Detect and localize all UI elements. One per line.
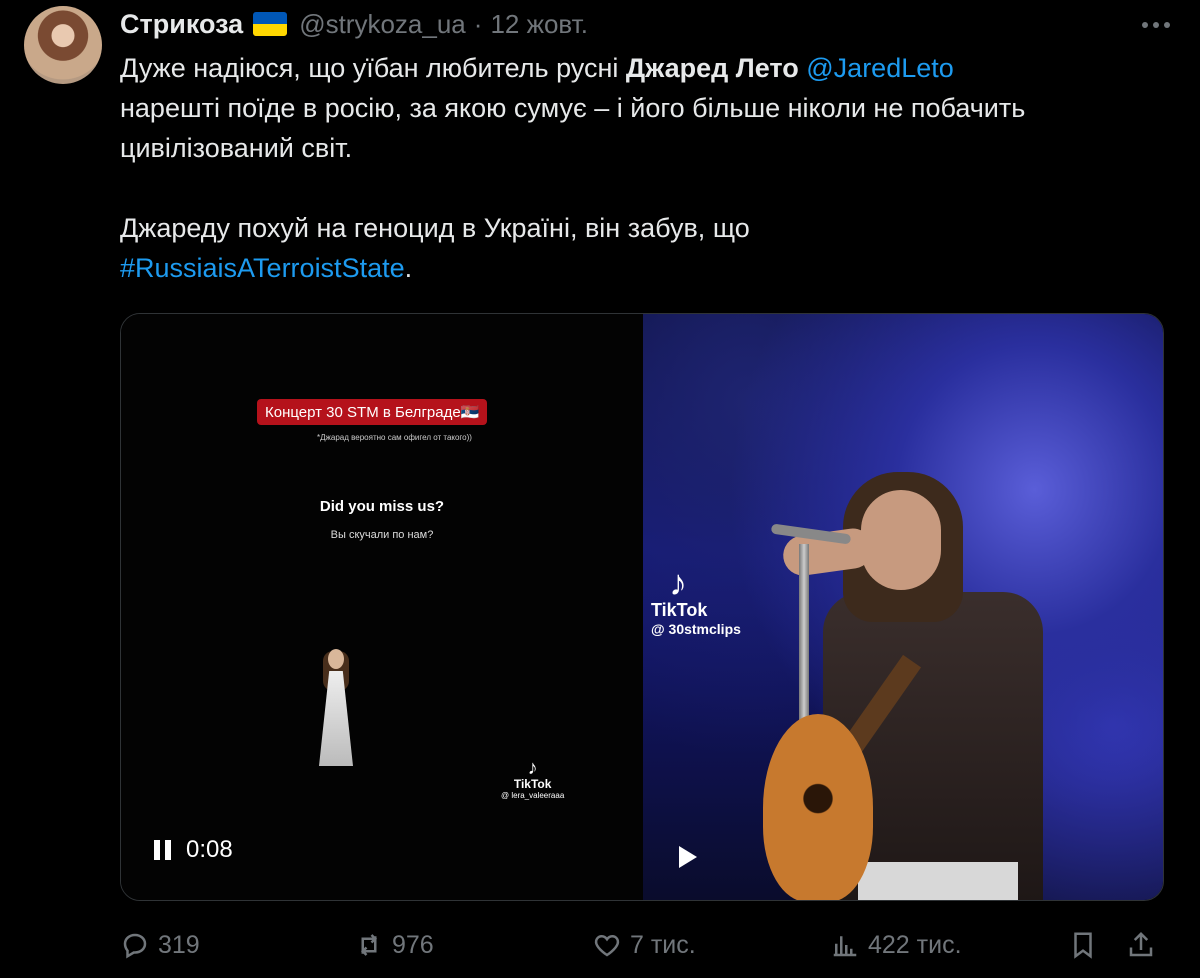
action-bar: 319 976 7 тис. 422 тис. [120,922,1170,968]
guitar [763,714,873,900]
avatar[interactable] [24,6,102,84]
tweet-line-5: #RussiaisATerroistState. [120,248,1180,288]
concert-caption: Концерт 30 STM в Белграде🇷🇸 [257,399,488,425]
reply-count: 319 [158,930,200,959]
performer-figure-small [311,649,361,789]
tiktok-watermark-left: ♪ TikTok @ lera_valeeraaa [501,757,565,800]
tweet-line-4: Джареду похуй на геноцид в Україні, він … [120,213,750,243]
reply-button[interactable]: 319 [120,922,200,968]
tiktok-label: TikTok [651,600,708,620]
question-english: Did you miss us? [319,498,445,515]
play-icon[interactable] [679,846,697,868]
tweet-header: Стрикоза @strykoza_ua · 12 жовт. [120,6,588,42]
tweet-end: . [404,253,413,283]
display-name[interactable]: Стрикоза [120,9,243,40]
tweet-line-1: Дуже надіюся, що уїбан любитель русні Дж… [120,48,1180,88]
tiktok-icon: ♪ [527,757,538,779]
bookmark-button[interactable] [1068,922,1098,968]
repost-button[interactable]: 976 [354,922,434,968]
post-date[interactable]: 12 жовт. [490,9,588,40]
views-count: 422 тис. [868,930,962,959]
video-player[interactable]: Концерт 30 STM в Белграде🇷🇸 *Джарад веро… [120,313,1164,901]
share-icon [1129,931,1153,957]
video-left-panel: Концерт 30 STM в Белграде🇷🇸 *Джарад веро… [121,314,643,900]
pause-icon[interactable] [154,840,172,860]
reply-icon [123,933,147,959]
more-options-icon[interactable] [1136,10,1176,40]
bookmark-icon [1074,932,1092,959]
bold-name: Джаред Лето [625,53,799,83]
tiktok-label: TikTok [513,777,552,791]
like-button[interactable]: 7 тис. [592,922,696,968]
question-russian: Вы скучали по нам? [330,529,434,541]
mention-link[interactable]: @JaredLeto [806,53,954,83]
tweet-text: Дуже надіюся, що уїбан любитель русні Дж… [120,48,1180,288]
like-count: 7 тис. [630,930,696,959]
video-controls: 0:08 [154,836,233,864]
tiktok-icon: ♪ [669,562,687,603]
repost-icon [360,934,378,956]
tweet-line-2: нарешті поїде в росію, за якою сумує – і… [120,93,1026,123]
tiktok-watermark-right: ♪ TikTok @ 30stmclips [651,562,741,638]
video-right-panel: ♪ TikTok @ 30stmclips [643,314,1163,900]
share-button[interactable] [1126,922,1156,968]
tiktok-user: @ 30stmclips [651,621,741,637]
tiktok-user: @ lera_valeeraaa [501,791,565,800]
hashtag-link[interactable]: #RussiaisATerroistState [120,253,405,283]
ukraine-flag-icon [253,12,288,36]
tweet-text-segment: Дуже надіюся, що уїбан любитель русні [120,53,626,83]
heart-icon [594,934,620,957]
analytics-icon [833,936,857,957]
repost-count: 976 [392,930,434,959]
user-handle[interactable]: @strykoza_ua [299,9,466,40]
separator-dot: · [473,8,483,39]
views-button[interactable]: 422 тис. [830,922,962,968]
video-time: 0:08 [186,836,233,863]
concert-subcaption: *Джарад вероятно сам офигел от такого)) [317,433,472,442]
tweet-line-3: цивілізований світ. [120,133,353,163]
